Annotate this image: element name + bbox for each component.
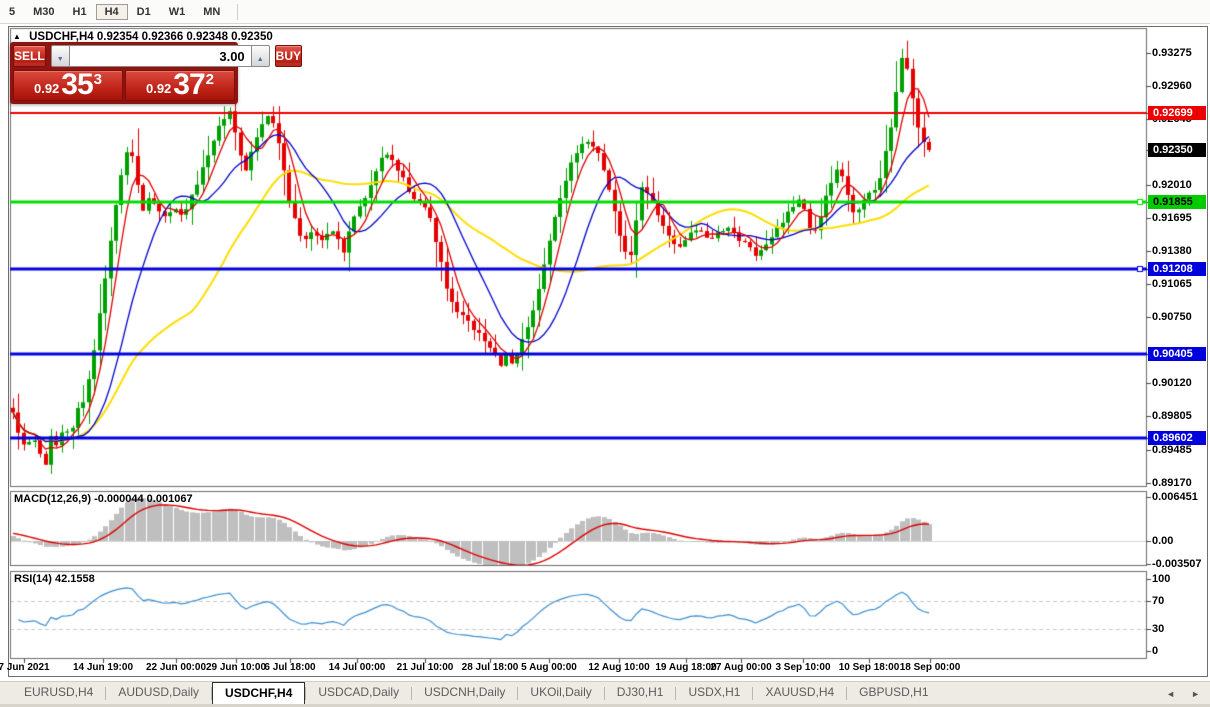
chart-tab-usdcad-daily[interactable]: USDCAD,Daily [306,682,411,704]
chart-tab-xauusd-h4[interactable]: XAUUSD,H4 [753,682,846,704]
macd-indicator-label: MACD(12,26,9) -0.000044 0.001067 [14,493,193,505]
macd-axis-label: -0.003507 [1152,558,1202,570]
macd-axis-label: 0.00 [1152,535,1174,547]
buy-price-display[interactable]: 0.92 37 2 [125,70,235,101]
macd-axis-label: 0.006451 [1152,491,1198,503]
sell-price-display[interactable]: 0.92 35 3 [13,70,123,101]
price-badge-090405: 0.90405 [1148,346,1206,361]
chart-tab-usdcnh-daily[interactable]: USDCNH,Daily [412,682,517,704]
timeframe-h4[interactable]: H4 [95,3,128,20]
sell-button[interactable]: SELL [13,45,46,67]
timeframe-5[interactable]: 5 [0,4,24,20]
price-badge-089602: 0.89602 [1148,430,1206,445]
scroll-tabs-right-icon[interactable]: ► [1191,689,1200,699]
chart-tab-usdx-h1[interactable]: USDX,H1 [676,682,752,704]
chart-tab-dj30-h1[interactable]: DJ30,H1 [605,682,676,704]
price-axis-label: 0.90120 [1152,377,1192,390]
chart-canvas[interactable] [0,0,1210,707]
scroll-tabs-left-icon[interactable]: ◄ [1166,689,1175,699]
timeframe-h1[interactable]: H1 [64,4,96,20]
timeframe-d1[interactable]: D1 [128,4,160,20]
chart-tab-eurusd-h4[interactable]: EURUSD,H4 [12,682,105,704]
one-click-price-row: 0.92 35 3 0.92 37 2 [13,70,235,101]
volume-increase-button[interactable]: ▲ [250,45,270,67]
price-axis-label: 0.93275 [1152,47,1192,60]
price-axis-label: 0.91380 [1152,245,1192,258]
price-axis-label: 0.92010 [1152,179,1192,192]
rsi-axis-label: 0 [1152,645,1159,657]
rsi-axis-label: 100 [1152,573,1171,585]
chart-tab-gbpusd-h1[interactable]: GBPUSD,H1 [847,682,940,704]
volume-input[interactable] [69,45,251,67]
timeframe-toolbar: 5 M30 H1 H4 D1 W1 MN [0,0,1210,24]
sell-price-prefix: 0.92 [33,81,60,96]
tab-scroll-controls: ◄ ► [1166,689,1200,699]
sell-price-sup: 3 [93,71,103,88]
chart-tab-bar: EURUSD,H4 AUDUSD,Daily USDCHF,H4 USDCAD,Dai… [0,681,1210,704]
price-axis-label: 0.91065 [1152,278,1192,291]
rsi-indicator-label: RSI(14) 42.1558 [14,573,95,585]
toolbar-separator [237,3,239,20]
one-click-trading-panel: SELL ▼ ▲ BUY 0.92 35 3 0.92 37 2 [10,42,303,104]
price-axis-label: 0.89805 [1152,410,1192,423]
rsi-axis-label: 30 [1152,623,1165,636]
price-badge-091208: 0.91208 [1148,262,1206,277]
buy-price-sup: 2 [205,71,215,88]
price-axis-label: 0.91695 [1152,212,1192,225]
chart-tab-audusd-daily[interactable]: AUDUSD,Daily [106,682,211,704]
date-label: 18 Sep 00:00 [899,662,961,673]
timeframe-w1[interactable]: W1 [160,4,195,20]
triangle-down-icon: ▼ [56,55,64,63]
price-badge-091855: 0.91855 [1148,194,1206,209]
volume-stepper: ▼ ▲ [50,45,270,67]
price-axis-label: 0.90750 [1152,311,1192,324]
sell-price-big: 35 [61,68,93,102]
buy-price-big: 37 [173,68,205,102]
buy-price-prefix: 0.92 [145,81,172,96]
price-axis-label: 0.92960 [1152,80,1192,92]
price-axis-label: 0.89170 [1152,476,1192,489]
price-axis-label: 0.89485 [1152,443,1192,456]
one-click-top-row: SELL ▼ ▲ BUY [13,45,303,67]
triangle-up-icon: ▲ [256,55,264,63]
chart-tab-usdchf-h4[interactable]: USDCHF,H4 [212,682,306,704]
price-badge-092350: 0.92350 [1148,142,1206,157]
timeframe-m30[interactable]: M30 [24,4,63,20]
rsi-axis-label: 70 [1152,594,1165,607]
collapse-panel-icon[interactable]: ▲ [13,32,21,41]
volume-decrease-button[interactable]: ▼ [50,45,70,67]
chart-tab-ukoil-daily[interactable]: UKOil,Daily [518,682,603,704]
price-badge-092699: 0.92699 [1148,106,1206,121]
buy-button[interactable]: BUY [274,45,303,67]
timeframe-mn[interactable]: MN [194,4,229,20]
